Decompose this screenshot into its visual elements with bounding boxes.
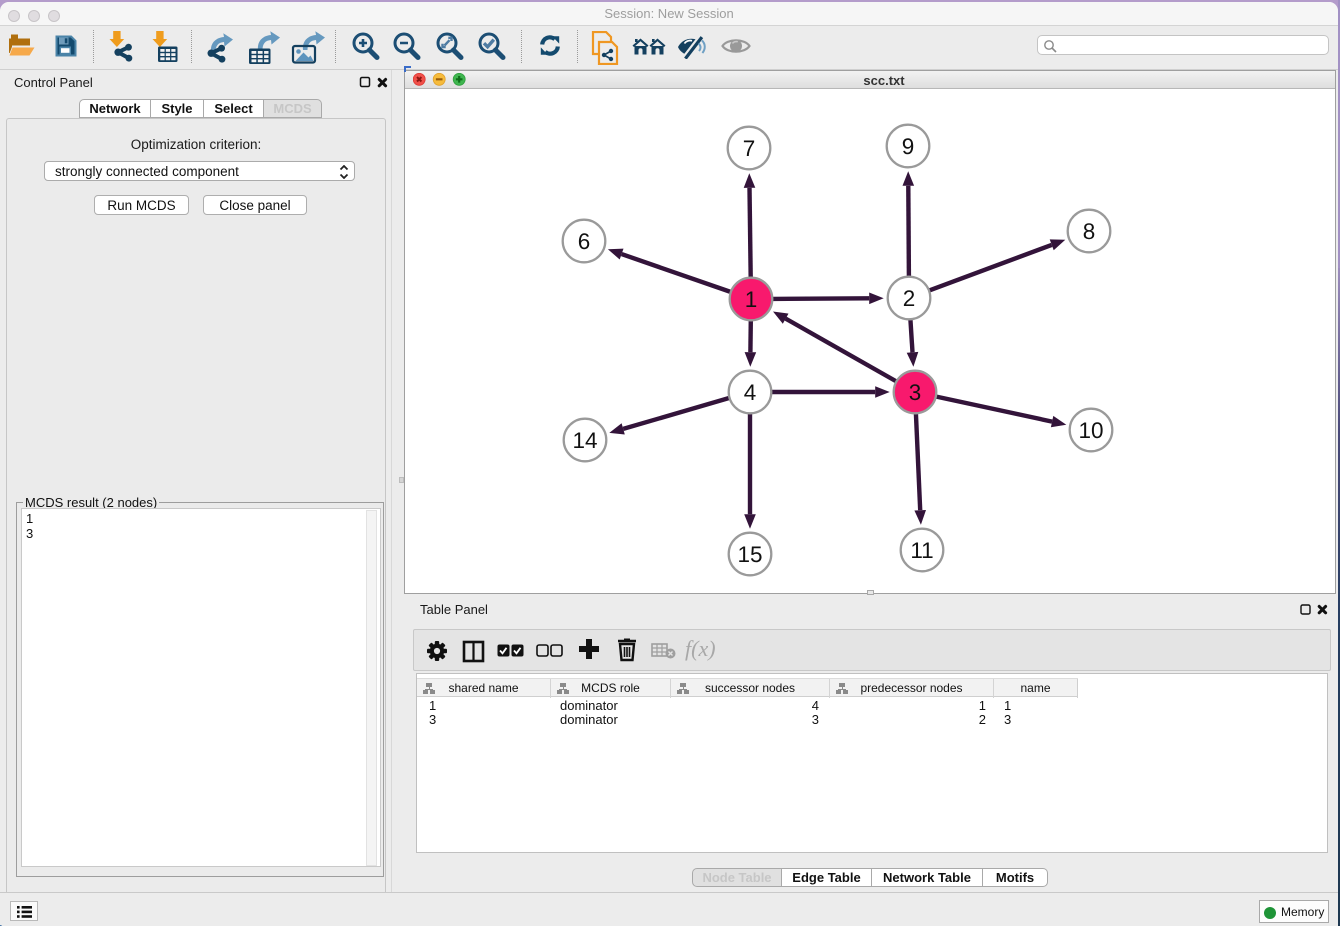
svg-text:4: 4 [744, 380, 757, 405]
svg-text:6: 6 [578, 229, 591, 254]
svg-text:11: 11 [910, 538, 933, 563]
svg-text:14: 14 [572, 428, 597, 453]
svg-text:9: 9 [902, 134, 915, 159]
svg-text:2: 2 [903, 286, 916, 311]
svg-text:3: 3 [909, 380, 922, 405]
svg-text:10: 10 [1078, 418, 1103, 443]
svg-text:1: 1 [745, 287, 758, 312]
svg-text:8: 8 [1083, 219, 1096, 244]
svg-text:7: 7 [743, 136, 756, 161]
svg-text:15: 15 [737, 542, 762, 567]
